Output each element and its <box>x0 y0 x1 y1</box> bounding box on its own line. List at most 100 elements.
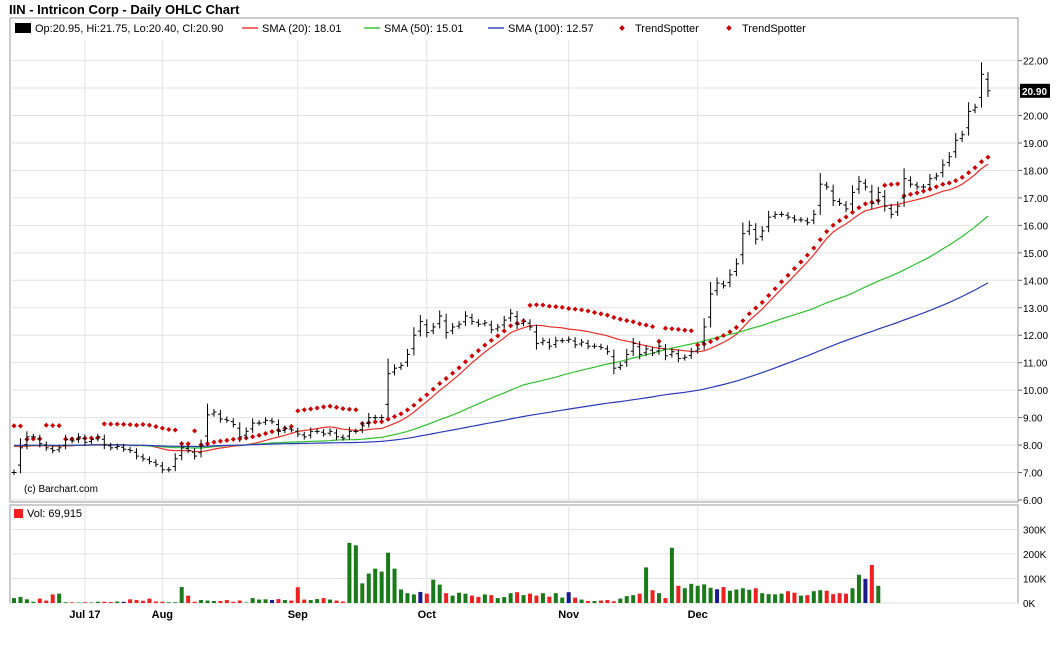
volume-bar <box>534 595 539 603</box>
volume-bar <box>469 595 474 603</box>
volume-bar <box>482 594 487 603</box>
volume-bar <box>399 589 403 603</box>
volume-bar <box>57 593 62 603</box>
volume-bar <box>444 593 449 603</box>
volume-bar <box>128 599 133 603</box>
volume-bar <box>224 600 229 603</box>
volume-bar <box>624 596 629 603</box>
volume-legend-swatch <box>14 509 23 518</box>
y-tick-label: 13.00 <box>1023 304 1048 315</box>
vol-y-tick-label: 300K <box>1023 525 1047 536</box>
volume-bar <box>437 584 442 603</box>
volume-bar <box>24 599 29 603</box>
volume-bar <box>824 590 829 603</box>
x-tick-label: Oct <box>418 609 437 621</box>
volume-bar <box>166 602 171 603</box>
volume-bar <box>844 593 849 603</box>
last-price-tag: 20.90 <box>1020 83 1050 98</box>
x-tick-label: Dec <box>688 609 708 621</box>
y-tick-label: 16.00 <box>1023 221 1048 232</box>
volume-bar <box>476 596 481 603</box>
volume-bar <box>237 600 242 603</box>
volume-bar <box>450 595 455 603</box>
volume-bar <box>850 588 855 603</box>
volume-bar <box>566 592 571 603</box>
volume-bar <box>553 593 558 603</box>
volume-bar <box>650 590 655 603</box>
volume-bar <box>115 601 120 603</box>
volume-bar <box>489 595 494 603</box>
volume-bar <box>695 585 700 603</box>
y-tick-label: 10.00 <box>1023 386 1048 397</box>
volume-bar <box>811 591 816 603</box>
chart-title: IIN - Intricon Corp - Daily OHLC Chart <box>9 2 240 17</box>
volume-bar <box>766 594 771 603</box>
volume-bar <box>586 601 591 603</box>
watermark: (c) Barchart.com <box>24 484 98 495</box>
volume-bar <box>831 594 836 603</box>
y-tick-label: 22.00 <box>1023 57 1048 68</box>
y-tick-label: 15.00 <box>1023 249 1048 260</box>
volume-bar <box>321 598 326 603</box>
volume-bar <box>502 597 507 603</box>
last-price-label: 20.90 <box>1022 87 1047 98</box>
volume-bar <box>289 600 294 603</box>
legend-sma50: SMA (50): 15.01 <box>384 23 464 35</box>
volume-label: Vol: 69,915 <box>27 508 82 520</box>
volume-bar <box>386 552 391 603</box>
x-tick-label: Sep <box>288 609 308 621</box>
y-tick-label: 11.00 <box>1023 359 1048 370</box>
volume-bar <box>760 593 765 603</box>
volume-bar <box>37 598 42 603</box>
volume-bar <box>863 578 868 603</box>
volume-bar <box>218 601 223 603</box>
volume-bar <box>463 593 468 603</box>
volume-bar <box>805 595 810 603</box>
x-axis: Jul 17 Aug Sep Oct Nov Dec <box>69 609 707 621</box>
volume-bar <box>431 579 436 603</box>
volume-bar <box>160 601 165 603</box>
volume-bar <box>205 600 210 603</box>
volume-bar <box>457 592 462 603</box>
volume-bar <box>173 602 178 603</box>
volume-bar <box>392 568 397 603</box>
y-tick-label: 12.00 <box>1023 331 1048 342</box>
volume-bar <box>360 583 365 603</box>
y-tick-label: 19.00 <box>1023 139 1048 150</box>
y-tick-label: 18.00 <box>1023 166 1048 177</box>
volume-bar <box>308 600 313 603</box>
volume-bar <box>199 600 204 603</box>
volume-bar <box>418 591 423 603</box>
volume-bar <box>328 599 333 603</box>
volume-bar <box>734 589 739 603</box>
volume-bar <box>257 599 262 603</box>
volume-bar <box>547 596 552 603</box>
volume-bar <box>192 601 197 603</box>
volume-bar <box>773 594 778 603</box>
volume-bar <box>295 587 300 603</box>
volume-bar <box>605 600 610 603</box>
legend-ohlc: Op:20.95, Hi:21.75, Lo:20.40, Cl:20.90 <box>35 23 223 35</box>
volume-bar <box>340 601 345 603</box>
volume-bar <box>598 600 603 603</box>
vol-y-tick-label: 0K <box>1023 599 1036 610</box>
volume-bar <box>631 595 636 603</box>
y-tick-label: 7.00 <box>1023 469 1043 480</box>
legend: Op:20.95, Hi:21.75, Lo:20.40, Cl:20.90 S… <box>15 23 806 35</box>
volume-bar <box>82 602 87 603</box>
volume-bar <box>231 601 236 603</box>
volume-bar <box>263 599 268 603</box>
volume-bar <box>792 592 797 603</box>
volume-bar <box>70 602 75 603</box>
volume-bar <box>869 564 874 603</box>
volume-bar <box>379 571 384 603</box>
volume-bar <box>373 568 378 603</box>
volume-bar <box>579 599 584 603</box>
volume-bar <box>856 574 861 603</box>
y-tick-label: 6.00 <box>1023 496 1043 507</box>
y-tick-label: 20.00 <box>1023 112 1048 123</box>
volume-bar <box>147 598 152 603</box>
volume-bar <box>669 547 674 603</box>
ohlc-chart: IIN - Intricon Corp - Daily OHLC Chart O… <box>9 2 1050 621</box>
volume-bar <box>270 600 274 603</box>
